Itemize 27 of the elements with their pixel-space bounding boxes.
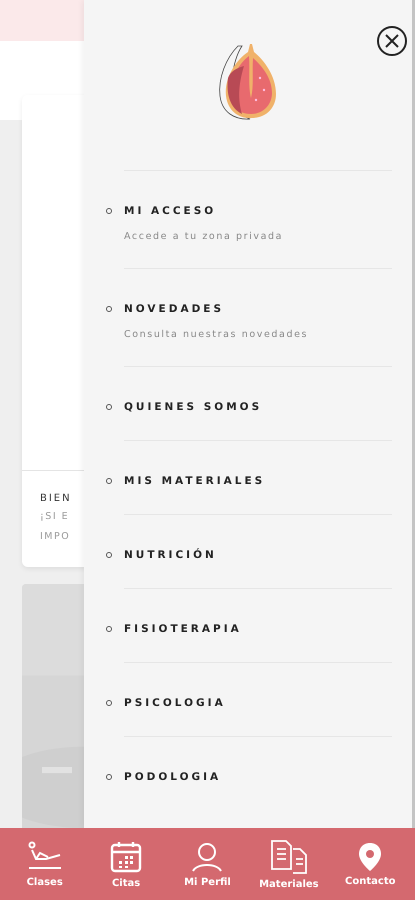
card-text: IMPO [40, 530, 72, 544]
menu-item[interactable]: NOVEDADES [124, 303, 224, 315]
menu-item[interactable]: FISIOTERAPIA [124, 623, 242, 635]
menu-item-subtitle: Accede a tu zona privada [124, 231, 284, 242]
bullet-icon [106, 478, 112, 484]
bullet-icon [106, 774, 112, 780]
close-icon [385, 34, 399, 48]
menu-item[interactable]: PSICOLOGIA [124, 697, 226, 709]
location-pin-icon [358, 842, 382, 872]
bullet-icon [106, 404, 112, 410]
menu-item[interactable]: MI ACCESO [124, 205, 216, 217]
bullet-icon [106, 306, 112, 312]
menu-item[interactable]: NUTRICIÓN [124, 549, 217, 561]
menu-item[interactable]: QUIENES SOMOS [124, 401, 262, 413]
menu-item[interactable]: PODOLOGIA [124, 771, 222, 783]
bullet-icon [106, 552, 112, 558]
bullet-icon [106, 626, 112, 632]
bullet-icon [106, 700, 112, 706]
card-title: BIEN [40, 493, 73, 504]
bullet-icon [106, 208, 112, 214]
menu-item-subtitle: Consulta nuestras novedades [124, 329, 310, 340]
user-icon [191, 840, 224, 872]
documents-icon [268, 838, 309, 874]
menu-item[interactable]: MIS MATERIALES [124, 475, 266, 487]
close-button[interactable] [377, 26, 407, 56]
card-text: ¡SI E [40, 510, 70, 524]
calendar-icon [109, 840, 144, 874]
